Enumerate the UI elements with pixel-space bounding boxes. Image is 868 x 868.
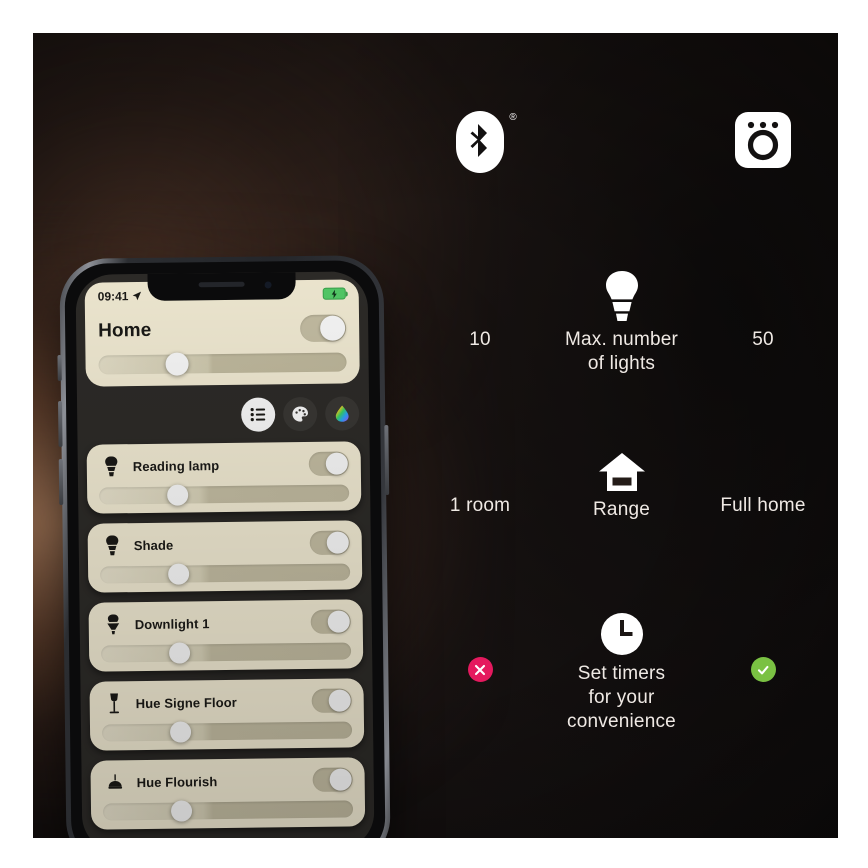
slider-handle[interactable] bbox=[169, 721, 191, 743]
color-drop-icon bbox=[335, 405, 349, 422]
toggle-knob bbox=[325, 452, 348, 475]
status-bar-time: 09:41 bbox=[97, 289, 129, 304]
phone-bezel: 09:41 Home Reading lamp Shade Downlight … bbox=[64, 260, 386, 838]
hue-bridge-icon bbox=[735, 112, 791, 168]
slider-handle[interactable] bbox=[167, 563, 189, 585]
volume-up-button[interactable] bbox=[58, 400, 63, 448]
promo-image: ® 10 Max. number of lights 50 1 room Ran… bbox=[33, 33, 838, 838]
list-view-button[interactable] bbox=[240, 397, 276, 432]
comparison-row-timers: Set timers for your convenience bbox=[405, 613, 838, 773]
page-title: Home bbox=[98, 319, 152, 342]
battery-charging-icon bbox=[322, 287, 346, 300]
light-toggle[interactable] bbox=[312, 767, 353, 792]
slider-handle[interactable] bbox=[170, 800, 192, 822]
phone-notch bbox=[147, 272, 296, 301]
location-arrow-icon bbox=[132, 291, 141, 301]
downlight-icon bbox=[101, 614, 125, 635]
toggle-knob bbox=[326, 531, 349, 554]
spot-bulb-icon bbox=[99, 456, 123, 477]
light-name: Shade bbox=[133, 537, 174, 553]
list-item[interactable]: Shade bbox=[87, 520, 363, 593]
light-list: Reading lamp Shade Downlight 1 Hue Signe… bbox=[86, 441, 366, 838]
home-title-row: Home bbox=[98, 314, 347, 345]
list-item[interactable]: Reading lamp bbox=[86, 441, 362, 514]
max-lights-caption: Max. number of lights bbox=[564, 329, 679, 374]
slider-handle[interactable] bbox=[165, 352, 189, 376]
connection-left: ® bbox=[405, 111, 555, 231]
light-brightness-slider[interactable] bbox=[101, 721, 353, 743]
color-picker-button[interactable] bbox=[324, 396, 360, 431]
earpiece-speaker bbox=[198, 281, 245, 288]
phone-screen: 09:41 Home Reading lamp Shade Downlight … bbox=[75, 271, 375, 838]
light-toggle[interactable] bbox=[309, 530, 350, 555]
list-item[interactable]: Hue Flourish bbox=[90, 757, 366, 830]
light-name: Reading lamp bbox=[132, 457, 220, 474]
slider-handle[interactable] bbox=[166, 484, 188, 506]
palette-icon bbox=[292, 406, 308, 422]
light-toggle[interactable] bbox=[311, 688, 352, 713]
range-right-value: Full home bbox=[720, 495, 806, 516]
light-name: Hue Flourish bbox=[136, 773, 218, 790]
mute-switch[interactable] bbox=[57, 354, 62, 382]
power-button[interactable] bbox=[384, 424, 390, 496]
connection-right bbox=[688, 111, 838, 231]
clock-icon bbox=[600, 613, 643, 655]
light-name: Downlight 1 bbox=[134, 615, 210, 632]
list-item[interactable]: Downlight 1 bbox=[88, 599, 364, 672]
home-master-toggle[interactable] bbox=[299, 314, 347, 343]
light-toggle[interactable] bbox=[308, 451, 349, 476]
toggle-knob bbox=[328, 689, 351, 712]
toggle-knob bbox=[319, 315, 346, 341]
volume-down-button[interactable] bbox=[58, 458, 64, 506]
mode-button-bar bbox=[240, 396, 360, 432]
spot-bulb-icon bbox=[100, 535, 124, 556]
light-name: Hue Signe Floor bbox=[135, 694, 237, 711]
range-caption: Range bbox=[593, 499, 650, 520]
light-bulb-icon bbox=[605, 271, 638, 321]
front-camera bbox=[264, 281, 272, 289]
registered-trademark-mark: ® bbox=[509, 112, 517, 123]
light-toggle[interactable] bbox=[310, 609, 351, 634]
check-badge-icon bbox=[750, 657, 776, 682]
cross-badge-icon bbox=[467, 657, 493, 682]
timers-right bbox=[688, 613, 838, 773]
comparison-row-connection: ® bbox=[405, 111, 838, 231]
bluetooth-icon: ® bbox=[456, 111, 517, 173]
max-lights-right-value: 50 bbox=[752, 329, 774, 350]
list-item[interactable]: Hue Signe Floor bbox=[89, 678, 365, 751]
scenes-button[interactable] bbox=[282, 396, 318, 432]
light-brightness-slider[interactable] bbox=[102, 800, 354, 822]
comparison-column: ® 10 Max. number of lights 50 1 room Ran… bbox=[405, 33, 838, 838]
list-icon bbox=[250, 408, 266, 422]
light-brightness-slider[interactable] bbox=[101, 642, 352, 664]
comparison-row-range: 1 room Range Full home bbox=[405, 453, 838, 573]
house-icon bbox=[598, 453, 645, 491]
slider-handle[interactable] bbox=[168, 642, 190, 664]
timers-caption: Set timers for your convenience bbox=[567, 663, 676, 732]
home-brightness-slider[interactable] bbox=[98, 352, 347, 376]
light-brightness-slider[interactable] bbox=[99, 484, 350, 506]
phone-mockup: 09:41 Home Reading lamp Shade Downlight … bbox=[57, 255, 391, 838]
comparison-row-max-lights: 10 Max. number of lights 50 bbox=[405, 271, 838, 411]
floor-lamp-icon bbox=[102, 693, 126, 714]
phone-frame: 09:41 Home Reading lamp Shade Downlight … bbox=[57, 255, 391, 838]
pendant-lamp-icon bbox=[103, 772, 127, 792]
toggle-knob bbox=[329, 768, 352, 791]
status-bar-time-group: 09:41 bbox=[98, 289, 142, 304]
light-brightness-slider[interactable] bbox=[100, 563, 351, 585]
toggle-knob bbox=[327, 610, 350, 633]
